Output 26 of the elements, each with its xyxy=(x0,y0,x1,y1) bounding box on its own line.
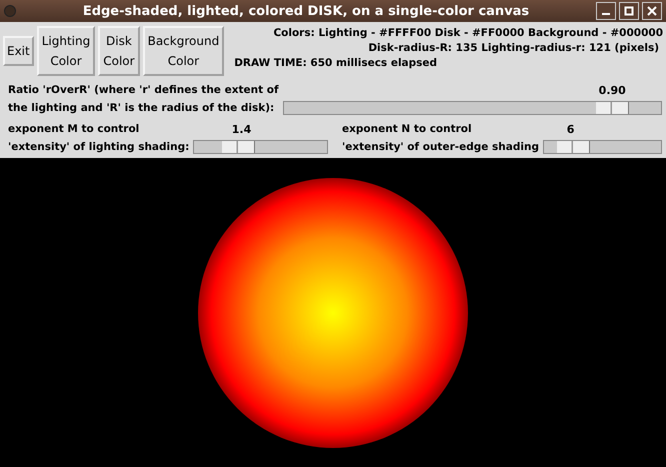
colors-text: Colors: Lighting - #FFFF00 Disk - #FF0000 Background - #000000 xyxy=(273,26,663,41)
slider-thumb[interactable] xyxy=(222,141,256,153)
slider-label: exponent N to control 'extensity' of outer-edge shading xyxy=(342,122,539,155)
color-button[interactable]: Exit xyxy=(3,36,34,66)
slider-value: 6 xyxy=(566,123,576,138)
maximize-button[interactable] xyxy=(619,2,639,20)
slider-label: Ratio 'rOverR' (where 'r' defines the extent of the lighting and 'R' is the radius of the disk): xyxy=(8,83,279,116)
minimize-icon xyxy=(602,13,610,15)
slider-thumb[interactable] xyxy=(596,102,629,114)
radius-text: Disk-radius-R: 135 Lighting-radius-r: 121 (pixels) xyxy=(368,41,659,56)
close-icon xyxy=(647,6,657,16)
window-title: Edge-shaded, lighted, colored DISK, on a single-color canvas xyxy=(82,4,530,18)
color-button[interactable]: Background Color xyxy=(142,26,224,76)
slider-thumb[interactable] xyxy=(557,141,590,153)
slider-track[interactable] xyxy=(193,140,328,154)
slider-value: 0.90 xyxy=(598,84,627,99)
minimize-button[interactable] xyxy=(596,2,616,20)
slider-track[interactable] xyxy=(542,140,662,154)
slider-label: exponent M to control 'extensity' of lighting shading: xyxy=(8,122,190,155)
slider-value: 1.4 xyxy=(232,123,252,138)
color-button[interactable]: Lighting Color xyxy=(36,26,96,76)
slider-track[interactable] xyxy=(282,101,662,115)
draw-time-text: DRAW TIME: 650 millisecs elapsed xyxy=(234,56,438,71)
close-button[interactable] xyxy=(642,2,662,20)
color-button[interactable]: Disk Color xyxy=(98,26,140,76)
maximize-icon xyxy=(624,6,634,16)
